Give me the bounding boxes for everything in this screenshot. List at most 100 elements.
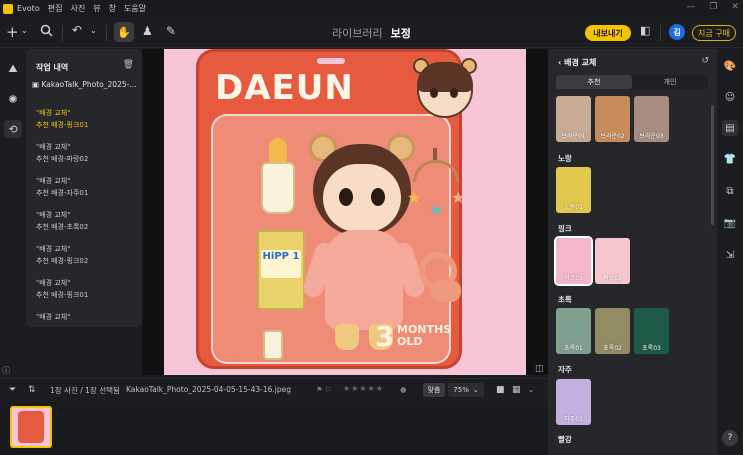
sun-icon[interactable]: ✺ (4, 90, 22, 108)
minimize-icon[interactable]: — (686, 2, 695, 12)
single-view-icon[interactable]: ■ (496, 385, 505, 395)
clothing-icon[interactable]: 👕 (722, 151, 738, 167)
toolbar: + ⌄ ↶ ⌄ ✋ ♟ ✎ 라이브러리 보정 내보내기 ◧ 김 지금 구매 (0, 17, 743, 48)
doll-dress (325, 230, 403, 330)
baby-bottle (261, 162, 295, 214)
bottom-bar: ⏷ ⇅ 1장 사진 / 1장 선택됨 KakaoTalk_Photo_2025-… (0, 378, 548, 402)
bottle-cap (269, 138, 287, 164)
history-item[interactable]: "배경 교체" 추천 배경-핑크01 (36, 107, 88, 141)
rating-stars[interactable]: ★★★★★ (343, 384, 384, 393)
background-icon[interactable]: ▤ (722, 120, 738, 136)
add-icon[interactable]: + (6, 23, 19, 41)
small-bottle (263, 330, 283, 360)
tab-recommended[interactable]: 추천 (556, 75, 632, 89)
buy-now-button[interactable]: 지금 구매 (692, 25, 736, 41)
chevron-down-icon[interactable]: ⌄ (21, 26, 28, 35)
chevron-down-icon: ⌄ (472, 386, 479, 394)
logo-eye-right (450, 88, 458, 98)
pacifier-shield (431, 280, 461, 302)
history-item[interactable]: "배경 교체" 추천 배경-파랑02 (36, 141, 88, 175)
swatch-green03[interactable]: 초록03 (634, 308, 669, 354)
package-card: DAEUN HiPP 1 ★ ★ ★ 3 MONTHS OLD (196, 49, 477, 369)
history-item[interactable]: "배경 교체" 추천 배경-핑크02 (36, 243, 88, 277)
fit-button[interactable]: 맞춤 (423, 383, 445, 397)
chevron-down-icon[interactable]: ⌄ (528, 385, 534, 394)
right-tool-rail: 🎨 ☺ ▤ 👕 ⧉ 📷 ⇲ (717, 49, 743, 455)
color-label-icon[interactable]: ● (400, 385, 407, 394)
section-label-green: 초록 (558, 295, 572, 304)
section-label-pink: 핑크 (558, 224, 572, 233)
zoom-value: 75% (453, 386, 469, 394)
swatch-yellow01[interactable]: 노랑01 (556, 167, 591, 213)
file-name: KakaoTalk_Photo_2025-04-05-15-43-16.jpeg (126, 385, 291, 394)
trash-icon[interactable]: 🗑 (123, 60, 134, 70)
export-folder-icon[interactable]: ⇲ (722, 247, 738, 263)
history-title: 작업 내역 (36, 63, 69, 72)
history-item[interactable]: "배경 교체" 추천 배경-자주01 (36, 175, 88, 209)
zoom-select[interactable]: 75% ⌄ (448, 383, 484, 397)
info-icon[interactable]: ⓘ (2, 365, 10, 376)
formula-can-label: HiPP 1 (261, 250, 301, 278)
filter-icon[interactable]: ⏷ (9, 385, 16, 395)
undo-icon[interactable]: ↶ (72, 23, 82, 37)
menu-photo[interactable]: 사진 (70, 3, 85, 14)
swatch-brown02[interactable]: 브라운02 (595, 96, 630, 142)
history-item[interactable]: "배경 교체" (36, 311, 88, 321)
swatch-green02[interactable]: 초록02 (595, 308, 630, 354)
camera-icon[interactable]: 📷 (722, 215, 738, 231)
undo-history-chevron-icon[interactable]: ⌄ (90, 26, 97, 35)
tab-personal[interactable]: 개인 (632, 75, 708, 89)
maximize-icon[interactable]: ❐ (709, 2, 717, 12)
menu-view[interactable]: 뷰 (93, 3, 100, 14)
history-icon[interactable]: ⟲ (4, 120, 22, 138)
eraser-icon[interactable]: ✎ (166, 24, 176, 38)
logo-eye-left (430, 88, 438, 98)
swatch-purple01[interactable]: 자주01 (556, 379, 591, 425)
evoto-logo-icon (3, 3, 13, 14)
brand-text: DAEUN (215, 68, 354, 108)
swatch-brown01[interactable]: 브라운01 (556, 96, 591, 142)
panel-scrollbar[interactable] (711, 105, 714, 225)
sort-icon[interactable]: ⇅ (28, 385, 36, 395)
menu-window[interactable]: 창 (109, 3, 116, 14)
left-rail: ⛰ ✺ ⟲ (0, 49, 26, 327)
menu-help[interactable]: 도움말 (124, 3, 146, 14)
thumbnail-package (18, 411, 44, 443)
edited-photo[interactable]: DAEUN HiPP 1 ★ ★ ★ 3 MONTHS OLD (164, 49, 526, 375)
swatch-brown03[interactable]: 브라운03 (634, 96, 669, 142)
menu-edit[interactable]: 편집 (48, 3, 63, 14)
history-item[interactable]: "배경 교체" 추천 배경-초록02 (36, 209, 88, 243)
portrait-icon[interactable]: ☺ (722, 89, 738, 105)
section-label-purple: 자주 (558, 365, 572, 374)
brush-icon[interactable]: ♟ (142, 24, 153, 38)
swatch-green01[interactable]: 초록01 (556, 308, 591, 354)
palette-icon[interactable]: 🎨 (722, 58, 738, 74)
hand-tool-button[interactable]: ✋ (114, 22, 134, 42)
logo-hair (417, 62, 473, 92)
tab-library[interactable]: 라이브러리 (332, 25, 383, 41)
grid-view-icon[interactable]: ▦ (512, 385, 521, 395)
help-icon[interactable]: ? (722, 430, 738, 446)
compare-icon[interactable]: ◫ (535, 364, 544, 374)
export-button[interactable]: 내보내기 (585, 25, 631, 41)
photo-thumbnail[interactable] (10, 406, 52, 448)
mountain-adjust-icon[interactable]: ⛰ (4, 60, 22, 78)
avatar[interactable]: 김 (669, 24, 685, 40)
doll-boot-left (335, 324, 359, 350)
panel-toggle-icon[interactable]: ◧ (640, 24, 650, 37)
star-icon: ★ (429, 200, 444, 219)
history-item[interactable]: "배경 교체" 추천 배경-핑크01 (36, 277, 88, 311)
history-file-name: KakaoTalk_Photo_2025-... (41, 80, 137, 89)
search-icon[interactable] (40, 24, 53, 40)
back-chevron-icon[interactable]: ‹ (558, 58, 561, 67)
tab-edit[interactable]: 보정 (391, 25, 411, 41)
background-replace-panel: ‹ 배경 교체 ↺ 추천 개인 브라운01 브라운02 브라운03 노랑 노랑0… (548, 49, 717, 455)
star-icon: ★ (407, 188, 422, 207)
crop-icon[interactable]: ⧉ (722, 183, 738, 199)
close-icon[interactable]: ✕ (731, 2, 739, 12)
reset-icon[interactable]: ↺ (701, 56, 709, 66)
flag-icon[interactable]: ⚑ ⚐ (316, 385, 332, 394)
swatch-pink01[interactable]: 핑크01 (554, 236, 593, 286)
history-panel: 작업 내역 🗑 ▣ KakaoTalk_Photo_2025-... "배경 교… (26, 49, 142, 327)
swatch-pink02[interactable]: 핑크02 (595, 238, 630, 284)
